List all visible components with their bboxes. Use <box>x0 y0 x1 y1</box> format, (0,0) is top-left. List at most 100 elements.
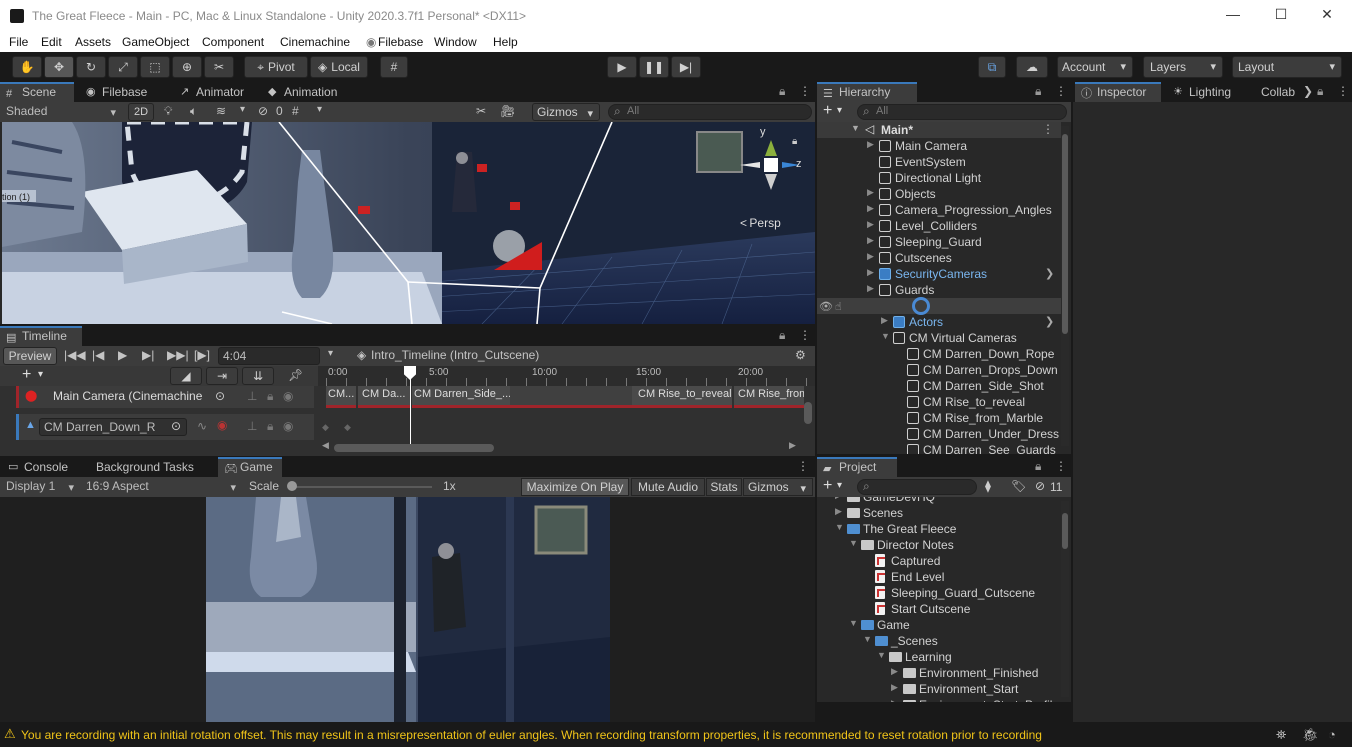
track-binding-field[interactable]: CM Darren_Down_R <box>39 418 187 436</box>
keyframe-icon[interactable]: ◆ <box>322 422 329 433</box>
tab-filebase[interactable]: ◉ Filebase <box>80 82 170 102</box>
expand-arrow-icon[interactable]: ▶ <box>891 698 898 702</box>
step-button[interactable]: ▶| <box>671 56 701 78</box>
track-visibility-icon[interactable]: ◉ <box>283 389 293 403</box>
hierarchy-item[interactable]: CM Rise_from_Marble <box>817 410 1057 426</box>
layout-dropdown[interactable]: Layout <box>1232 56 1342 78</box>
add-track-dropdown-icon[interactable]: ▾ <box>38 369 43 380</box>
row-pickable-icon[interactable]: ☝︎ <box>835 300 842 313</box>
game-viewport[interactable] <box>206 497 610 722</box>
expand-arrow-icon[interactable]: ▶ <box>891 682 898 693</box>
expand-arrow-icon[interactable]: ▼ <box>849 538 858 548</box>
project-more-icon[interactable]: ⋮ <box>1055 459 1067 473</box>
project-scroll-track[interactable] <box>1061 501 1069 697</box>
scene-collapse-icon[interactable]: ▼ <box>851 123 860 133</box>
status-message[interactable]: You are recording with an initial rotati… <box>21 728 1042 742</box>
game-view-area[interactable] <box>0 497 815 722</box>
custom-tool-button[interactable]: ✂ <box>204 56 234 78</box>
tab-timeline[interactable]: ▤ Timeline <box>0 326 82 346</box>
rect-tool-button[interactable]: ⬚ <box>140 56 170 78</box>
clip-1[interactable]: CM... <box>326 386 356 408</box>
next-frame-icon[interactable]: ▶| <box>142 348 154 364</box>
tab-inspector[interactable]: ⓘ Inspector <box>1075 82 1161 102</box>
prefab-open-icon[interactable]: ❯ <box>1045 267 1054 280</box>
tab-project[interactable]: ▰ Project <box>817 457 897 477</box>
menu-gameobject[interactable]: GameObject <box>122 35 189 49</box>
expand-arrow-icon[interactable]: ▶ <box>867 267 874 278</box>
expand-arrow-icon[interactable]: ▶ <box>867 139 874 150</box>
menu-edit[interactable]: Edit <box>41 35 62 49</box>
project-item[interactable]: Sleeping_Guard_Cutscene <box>817 585 1057 601</box>
hierarchy-item[interactable]: ▶ Cutscenes <box>817 250 1057 266</box>
project-item[interactable]: ▶ Environment_Finished <box>817 665 1057 681</box>
range-icon[interactable]: [▶] <box>194 348 210 364</box>
layers-dropdown[interactable]: Layers <box>1143 56 1223 78</box>
timeline-ruler[interactable]: 0:00 5:00 10:00 15:00 20:00 <box>318 366 816 386</box>
tab-background-tasks[interactable]: Background Tasks <box>82 457 218 477</box>
close-button[interactable]: ✕ <box>1304 6 1350 26</box>
clip-5[interactable]: CM Rise_from_... <box>734 386 804 408</box>
tab-game[interactable]: 🎮︎ Game <box>218 457 282 477</box>
tab-animator[interactable]: ↗ Animator <box>174 82 256 102</box>
lock-icon[interactable]: 🔒︎ <box>779 84 785 99</box>
grid-toggle-icon[interactable]: # <box>292 104 299 120</box>
curves-icon[interactable]: ∿ <box>197 419 207 433</box>
local-toggle[interactable]: ◈ Local <box>310 56 368 78</box>
menu-file[interactable]: File <box>9 35 28 49</box>
filter-label-icon[interactable]: 🏷︎ <box>1011 479 1026 493</box>
expand-arrow-icon[interactable]: ▼ <box>849 618 858 628</box>
hierarchy-item[interactable]: ▶ Objects <box>817 186 1057 202</box>
timeline-hscrollbar[interactable] <box>334 444 494 452</box>
inspector-overflow-icon[interactable]: ❯ <box>1303 84 1313 98</box>
tab-hierarchy[interactable]: ☰ Hierarchy <box>817 82 917 102</box>
hidden-packages-icon[interactable]: ⊘ <box>1035 479 1045 493</box>
maximize-on-play-toggle[interactable]: Maximize On Play <box>521 478 629 496</box>
toggle-2d-button[interactable]: 2D <box>128 103 154 121</box>
scene-more-icon[interactable]: ⋮ <box>1042 122 1054 136</box>
hierarchy-item[interactable]: ▶ Level_Colliders <box>817 218 1057 234</box>
project-item[interactable]: ▶ GameDevHQ <box>817 497 1057 505</box>
ripple-button[interactable]: ⇥ <box>206 367 238 385</box>
track-pin-icon[interactable]: ⊥ <box>247 389 257 403</box>
go-start-icon[interactable]: |◀◀ <box>64 348 86 364</box>
hierarchy-item[interactable]: ▶ SecurityCameras ❯ <box>817 266 1057 282</box>
project-item[interactable]: ▼ _Scenes <box>817 633 1057 649</box>
inspector-lock-icon[interactable]: 🔒︎ <box>1317 84 1323 99</box>
expand-arrow-icon[interactable]: ▶ <box>835 497 842 501</box>
hierarchy-item[interactable]: CM Darren_Under_Dress <box>817 426 1059 442</box>
expand-arrow-icon[interactable]: ▼ <box>877 650 886 660</box>
add-track-icon[interactable]: + <box>22 366 31 384</box>
progress-icon[interactable]: ◔ <box>1328 727 1336 742</box>
expand-arrow-icon[interactable]: ▼ <box>835 522 844 532</box>
expand-arrow-icon[interactable]: ▶ <box>867 283 874 294</box>
scene-row[interactable]: ▼ ◁ Main* ⋮ <box>817 122 1061 138</box>
hierarchy-item[interactable]: ▶ Sleeping_Guard <box>817 234 1057 250</box>
project-add-dropdown-icon[interactable]: ▾ <box>837 480 842 491</box>
project-item[interactable]: End Level <box>817 569 1057 585</box>
expand-arrow-icon[interactable]: ▶ <box>867 219 874 230</box>
pin-icon[interactable]: 📌︎ <box>288 368 303 382</box>
debug-icon[interactable]: 🐞︎ <box>1302 727 1319 743</box>
visibility-icon[interactable]: ⊘ <box>258 104 268 120</box>
project-item[interactable]: ▶ Environment_Start <box>817 681 1057 697</box>
grid-dropdown-icon[interactable]: ▾ <box>317 104 322 120</box>
hierarchy-item[interactable]: ▶ Main Camera <box>817 138 1057 154</box>
clip-4[interactable]: CM Rise_to_reveal <box>632 386 732 408</box>
track2-pin-icon[interactable]: ⊥ <box>247 419 257 433</box>
hierarchy-item[interactable]: CM Darren_Down_Rope <box>817 346 1057 362</box>
maximize-button[interactable]: ☐ <box>1258 6 1304 26</box>
prev-frame-icon[interactable]: |◀ <box>92 348 104 364</box>
hierarchy-scroll-track[interactable] <box>1061 126 1069 446</box>
hierarchy-lock-icon[interactable]: 🔒︎ <box>1035 84 1041 99</box>
prefab-open-icon[interactable]: ❯ <box>1045 315 1054 328</box>
keyframe-icon-2[interactable]: ◆ <box>344 422 351 433</box>
hierarchy-item[interactable]: ▶ Actors ❯ <box>817 314 1057 330</box>
scale-tool-button[interactable]: ⤢ <box>108 56 138 78</box>
scene-viewport[interactable]: tion (1) y z < Persp 🔒︎ <box>2 122 815 324</box>
row-visibility-icon[interactable]: 👁︎ <box>819 300 833 313</box>
tab-animation[interactable]: ◆ Animation <box>262 82 352 102</box>
hierarchy-item[interactable]: ▶ Camera_Progression_Angles <box>817 202 1057 218</box>
go-end-icon[interactable]: ▶▶| <box>167 348 189 364</box>
track-lock-icon[interactable]: 🔒︎ <box>267 389 273 404</box>
expand-arrow-icon[interactable]: ▶ <box>867 235 874 246</box>
